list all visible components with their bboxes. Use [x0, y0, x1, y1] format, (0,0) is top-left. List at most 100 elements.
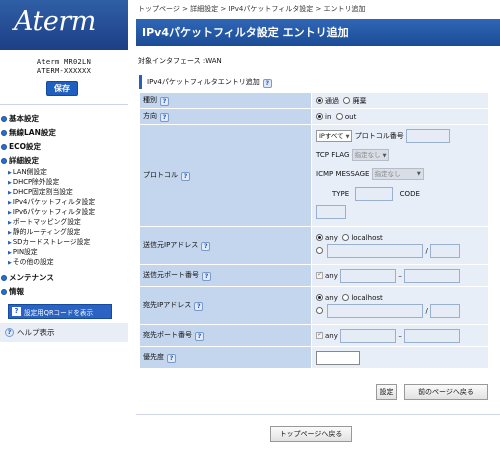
- label-cell: 宛先ポート番号?: [139, 324, 312, 347]
- bullet-icon: [1, 143, 7, 150]
- menu-eco-label: ECO設定: [9, 142, 42, 151]
- tcp-flag-label: TCP FLAG: [316, 151, 350, 159]
- help-toggle[interactable]: ? ヘルプ表示: [0, 323, 128, 342]
- submenu-other[interactable]: ▶その他の設定: [8, 256, 54, 266]
- help-icon[interactable]: ?: [195, 332, 204, 341]
- icmp-message-select[interactable]: 指定なし ▼: [371, 168, 424, 180]
- menu-maintenance[interactable]: メンテナンス: [0, 272, 128, 283]
- help-icon[interactable]: ?: [262, 79, 272, 88]
- src-ip-custom-radio[interactable]: [316, 246, 323, 254]
- direction-label: 方向: [143, 112, 157, 120]
- divider: [136, 414, 500, 415]
- help-icon[interactable]: ?: [201, 242, 211, 251]
- menu-eco[interactable]: ECO設定: [0, 141, 128, 152]
- src-ip-mask-input[interactable]: [430, 243, 461, 258]
- priority-input[interactable]: [316, 350, 360, 365]
- dst-port-start-input[interactable]: [340, 328, 397, 343]
- value-cell: [311, 346, 489, 369]
- direction-in-radio[interactable]: [316, 112, 323, 120]
- submenu-label: DHCP固定割当設定: [12, 188, 73, 196]
- bullet-icon: [1, 274, 7, 281]
- src-port-end-input[interactable]: [404, 268, 461, 283]
- submenu-label: IPv4パケットフィルタ設定: [12, 198, 96, 206]
- value-cell: any localhost /: [311, 226, 489, 265]
- submenu-label: その他の設定: [12, 258, 54, 266]
- menu-wireless[interactable]: 無線LAN設定: [0, 127, 128, 138]
- type-drop-label: 廃棄: [352, 96, 367, 105]
- src-ip-label: 送信元IPアドレス: [143, 241, 199, 249]
- dst-ip-mask-input[interactable]: [430, 303, 461, 318]
- submenu-port-mapping[interactable]: ▶ポートマッピング設定: [8, 216, 81, 226]
- dst-ip-any-radio[interactable]: [316, 293, 323, 301]
- menu-wireless-label: 無線LAN設定: [9, 128, 56, 137]
- row-priority: 優先度?: [139, 346, 489, 369]
- slash-separator: /: [425, 306, 428, 315]
- section-heading: IPv4パケットフィルタエントリ追加?: [139, 75, 489, 89]
- dst-port-end-input[interactable]: [404, 328, 461, 343]
- src-ip-input[interactable]: [327, 243, 424, 258]
- icmp-code-label: CODE: [399, 190, 420, 198]
- src-ip-localhost-radio[interactable]: [342, 233, 350, 241]
- submenu-dhcp-fixed[interactable]: ▶DHCP固定割当設定: [8, 186, 73, 196]
- submenu-ipv4-filter[interactable]: ▶IPv4パケットフィルタ設定: [8, 196, 95, 206]
- submenu-lan[interactable]: ▶LAN側設定: [8, 166, 47, 176]
- target-interface: 対象インタフェース :WAN: [138, 57, 222, 65]
- row-src-port: 送信元ポート番号? any –: [139, 264, 489, 287]
- submenu-sd-storage[interactable]: ▶SDカードストレージ設定: [8, 236, 90, 246]
- src-ip-any-radio[interactable]: [316, 233, 323, 241]
- submenu-static-routing[interactable]: ▶静的ルーティング設定: [8, 226, 80, 236]
- help-icon[interactable]: ?: [202, 272, 211, 281]
- type-pass-radio[interactable]: [316, 96, 323, 104]
- logo-area: Aterm: [0, 0, 128, 50]
- dst-port-any-label: any: [325, 331, 338, 340]
- submenu-dhcp-exclude[interactable]: ▶DHCP除外設定: [8, 176, 59, 186]
- dst-ip-custom-radio[interactable]: [316, 306, 323, 314]
- help-icon[interactable]: ?: [160, 113, 169, 122]
- set-button[interactable]: 設定: [376, 384, 397, 400]
- protocol-number-label: プロトコル番号: [354, 132, 404, 140]
- direction-out-radio[interactable]: [335, 112, 343, 120]
- help-icon[interactable]: ?: [194, 302, 204, 311]
- icmp-type-input[interactable]: [355, 187, 394, 201]
- src-port-any-label: any: [325, 271, 338, 280]
- show-qr-button[interactable]: ? 設定用QRコードを表示: [8, 304, 112, 319]
- protocol-select[interactable]: IPすべて ▼: [316, 130, 353, 142]
- tcp-flag-select[interactable]: 指定なし ▼: [351, 149, 390, 161]
- submenu-label: PIN設定: [12, 248, 38, 256]
- icmp-code-input[interactable]: [316, 205, 346, 219]
- label-cell: 送信元ポート番号?: [139, 264, 312, 287]
- dst-ip-localhost-radio[interactable]: [342, 293, 350, 301]
- help-icon[interactable]: ?: [181, 172, 190, 181]
- top-page-button[interactable]: トップページへ戻る: [270, 426, 352, 442]
- submenu-ipv6-filter[interactable]: ▶IPv6パケットフィルタ設定: [8, 206, 95, 216]
- value-cell: in out: [311, 108, 489, 125]
- dst-ip-input[interactable]: [327, 303, 424, 318]
- type-drop-radio[interactable]: [343, 96, 351, 104]
- submenu-label: DHCP除外設定: [12, 178, 60, 186]
- help-icon[interactable]: ?: [167, 354, 176, 363]
- type-label: 種別: [143, 96, 157, 104]
- menu-detail-label: 詳細設定: [9, 156, 39, 165]
- submenu-pin[interactable]: ▶PIN設定: [8, 246, 38, 256]
- dst-ip-label: 宛先IPアドレス: [143, 301, 192, 309]
- label-cell: 種別?: [139, 92, 312, 109]
- submenu-label: LAN側設定: [12, 168, 47, 176]
- page-title: IPv4パケットフィルタ設定 エントリ追加: [136, 19, 500, 46]
- src-port-start-input[interactable]: [340, 268, 397, 283]
- chevron-down-icon: ▼: [416, 171, 421, 177]
- help-icon[interactable]: ?: [160, 97, 169, 106]
- menu-info[interactable]: 情報: [0, 286, 128, 297]
- chevron-down-icon: ▼: [345, 134, 350, 140]
- back-button[interactable]: 前のページへ戻る: [404, 384, 488, 400]
- dst-port-any-checkbox[interactable]: [316, 330, 323, 339]
- menu-basic[interactable]: 基本設定: [0, 113, 128, 124]
- breadcrumb[interactable]: トップページ > 詳細設定 > IPv4パケットフィルタ設定 > エントリ追加: [138, 4, 366, 14]
- save-button[interactable]: 保存: [46, 81, 78, 96]
- protocol-number-input[interactable]: [405, 129, 450, 143]
- row-src-ip: 送信元IPアドレス? any localhost /: [139, 226, 489, 265]
- bullet-icon: [1, 288, 7, 295]
- priority-label: 優先度: [143, 353, 164, 361]
- menu-detail[interactable]: 詳細設定: [0, 155, 128, 166]
- src-port-any-checkbox[interactable]: [316, 270, 323, 279]
- icmp-type-label: TYPE: [332, 190, 350, 198]
